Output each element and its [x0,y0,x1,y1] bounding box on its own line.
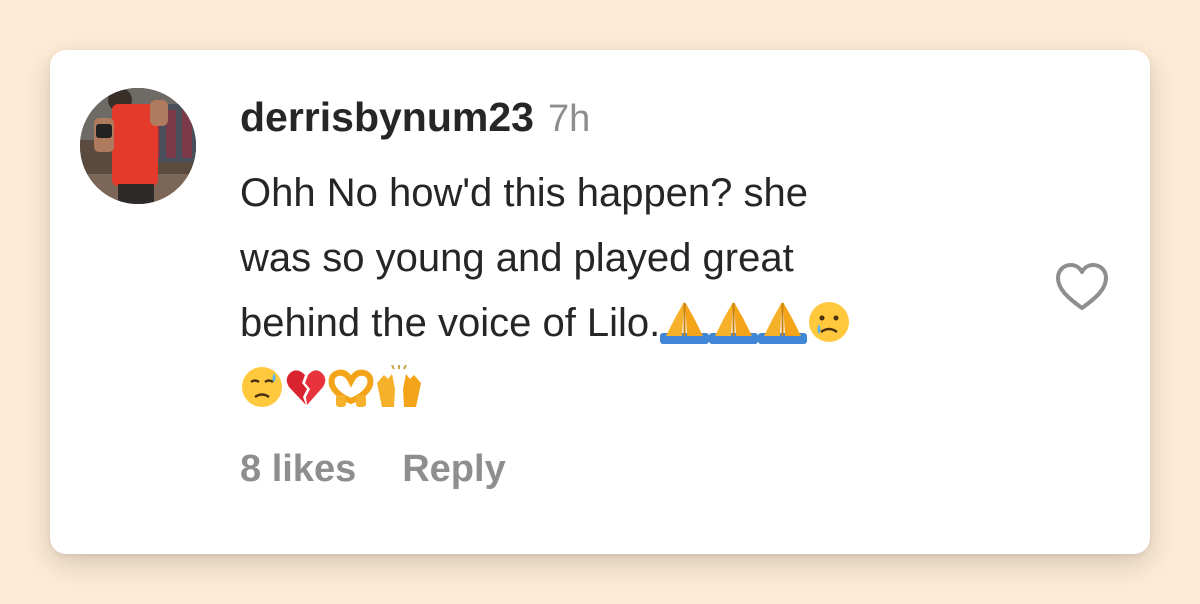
crying-face-emoji [809,302,850,343]
comment-line-2: was so young and played great [240,236,794,280]
comment-text: Ohh No how'd this happen? she was so you… [240,161,1000,421]
avatar[interactable] [80,88,196,204]
comment-line-3: behind the voice of Lilo. [240,301,661,345]
folded-hands-emoji [709,302,759,345]
comment-header: derrisbynum23 7h [240,94,590,141]
heart-hands-emoji [328,370,374,408]
folded-hands-emoji [758,302,808,345]
avatar-photo [80,88,196,204]
broken-heart-emoji [286,370,326,406]
folded-hands-emoji [660,302,710,345]
comment-line-4 [240,356,1000,421]
comment-line-3-wrapper: behind the voice of Lilo. [240,291,1000,356]
username[interactable]: derrisbynum23 [240,94,534,141]
timestamp[interactable]: 7h [548,98,590,141]
likes-count[interactable]: 8 likes [240,448,356,491]
comment-line-1: Ohh No how'd this happen? she [240,171,809,215]
comment-actions: 8 likes Reply [240,448,506,491]
sad-relieved-face-emoji [242,367,282,408]
raising-hands-emoji [377,365,421,408]
heart-outline-icon[interactable] [1054,262,1110,312]
comment-card: derrisbynum23 7h Ohh No how'd this happe… [50,50,1150,554]
reply-button[interactable]: Reply [402,448,505,491]
